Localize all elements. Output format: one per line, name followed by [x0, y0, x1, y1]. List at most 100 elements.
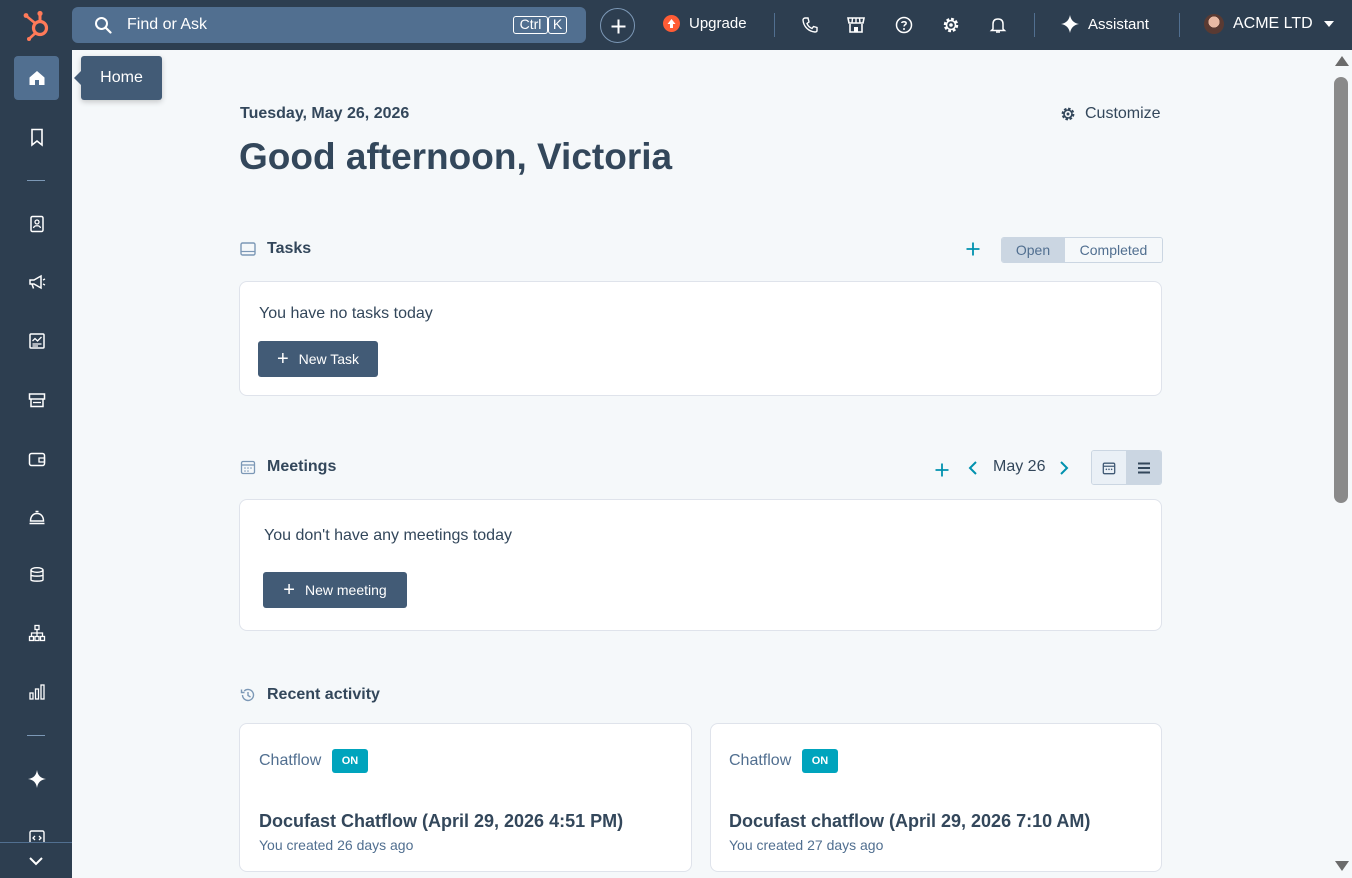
- bar-chart-icon: [28, 684, 45, 700]
- sidebar-item-automation[interactable]: [14, 611, 59, 655]
- sidebar-item-home[interactable]: [14, 56, 59, 100]
- meetings-date: May 26: [993, 458, 1046, 475]
- plus-icon: [935, 463, 949, 477]
- sidebar-expand-button[interactable]: [0, 842, 72, 878]
- list-view-button[interactable]: [1126, 451, 1161, 484]
- sidebar-item-commerce[interactable]: [14, 378, 59, 422]
- sidebar-item-payments[interactable]: [14, 437, 59, 481]
- scroll-down-arrow-icon[interactable]: [1335, 861, 1349, 871]
- top-navigation-bar: Find or Ask Ctrl K Upgrade Assistant ACM…: [0, 0, 1352, 50]
- storefront-icon: [28, 393, 45, 408]
- account-name: ACME LTD: [1233, 15, 1313, 32]
- service-bell-icon: [29, 510, 44, 525]
- recent-activity-heading: Recent activity: [240, 686, 380, 704]
- assistant-button[interactable]: Assistant: [1061, 15, 1149, 33]
- tasks-card: You have no tasks today + New Task: [239, 281, 1162, 396]
- sidebar-item-development[interactable]: [14, 820, 59, 842]
- help-icon[interactable]: [894, 15, 914, 35]
- sidebar-divider: [27, 180, 45, 181]
- shortcut-k-key: K: [548, 16, 567, 34]
- calendar-icon: [240, 460, 256, 475]
- tab-completed[interactable]: Completed: [1065, 238, 1162, 262]
- sidebar-item-breeze[interactable]: [14, 757, 59, 801]
- list-icon: [1137, 462, 1150, 473]
- marketplace-icon[interactable]: [846, 15, 866, 35]
- home-tooltip: Home: [74, 56, 162, 100]
- scrollbar-thumb[interactable]: [1334, 77, 1348, 503]
- activity-card[interactable]: Chatflow ON Docufast Chatflow (April 29,…: [239, 723, 692, 872]
- status-badge: ON: [802, 749, 838, 773]
- sidebar-item-service[interactable]: [14, 495, 59, 539]
- upgrade-button[interactable]: Upgrade: [663, 15, 747, 32]
- page-scrollbar[interactable]: [1330, 50, 1352, 878]
- caret-down-icon: [1323, 21, 1334, 27]
- sidebar-item-data-management[interactable]: [14, 553, 59, 597]
- meetings-view-toggle: [1091, 450, 1162, 485]
- plus-icon: [611, 19, 626, 34]
- assistant-label: Assistant: [1088, 15, 1149, 33]
- activity-title[interactable]: Docufast chatflow (April 29, 2026 7:10 A…: [729, 811, 1090, 832]
- sparkle-icon: [27, 770, 46, 788]
- search-icon: [95, 17, 112, 34]
- add-task-button[interactable]: [965, 239, 981, 261]
- sidebar-item-contacts[interactable]: [14, 202, 59, 246]
- tasks-title: Tasks: [267, 240, 312, 257]
- sidebar-item-content[interactable]: [14, 319, 59, 363]
- recent-activity-title: Recent activity: [267, 686, 380, 703]
- left-sidebar: [0, 50, 72, 878]
- chevron-right-icon[interactable]: [1059, 460, 1069, 476]
- task-status-toggle: Open Completed: [1001, 237, 1163, 263]
- create-new-button[interactable]: [600, 8, 635, 43]
- hubspot-logo-icon[interactable]: [22, 9, 52, 41]
- settings-gear-icon[interactable]: [941, 15, 961, 35]
- new-task-button[interactable]: + New Task: [258, 341, 378, 377]
- code-icon: [28, 830, 45, 842]
- chevron-down-icon: [29, 856, 43, 865]
- shortcut-ctrl-key: Ctrl: [513, 16, 548, 34]
- settings-gear-icon: [1061, 107, 1075, 121]
- search-bar[interactable]: Find or Ask Ctrl K: [72, 7, 586, 43]
- current-date: Tuesday, May 26, 2026: [240, 105, 410, 122]
- customize-label: Customize: [1085, 105, 1161, 122]
- toolbar-divider: [1179, 13, 1180, 37]
- notifications-bell-icon[interactable]: [988, 15, 1008, 35]
- search-placeholder: Find or Ask: [127, 16, 208, 33]
- toolbar-divider: [1034, 13, 1035, 37]
- new-task-label: New Task: [298, 351, 360, 367]
- tasks-empty-text: You have no tasks today: [259, 305, 433, 322]
- new-meeting-label: New meeting: [304, 582, 387, 598]
- workflow-icon: [28, 624, 45, 642]
- meetings-card: You don't have any meetings today + New …: [239, 499, 1162, 631]
- activity-subtitle: You created 26 days ago: [259, 837, 414, 853]
- tasks-icon: [240, 242, 256, 256]
- sparkle-icon: [1061, 15, 1079, 33]
- phone-icon[interactable]: [800, 15, 820, 35]
- customize-button[interactable]: Customize: [1060, 105, 1161, 123]
- new-meeting-button[interactable]: + New meeting: [263, 572, 407, 608]
- calendar-view-button[interactable]: [1092, 451, 1127, 484]
- activity-card[interactable]: Chatflow ON Docufast chatflow (April 29,…: [710, 723, 1162, 872]
- plus-icon: +: [283, 579, 295, 601]
- tab-open[interactable]: Open: [1002, 238, 1065, 262]
- sidebar-divider: [27, 735, 45, 736]
- add-meeting-button[interactable]: [934, 460, 950, 482]
- status-badge: ON: [332, 749, 368, 773]
- avatar: [1204, 14, 1224, 34]
- contacts-book-icon: [29, 215, 44, 233]
- page-title: Good afternoon, Victoria: [239, 136, 673, 177]
- scroll-up-arrow-icon[interactable]: [1335, 56, 1349, 66]
- chevron-left-icon[interactable]: [968, 460, 978, 476]
- activity-subtitle: You created 27 days ago: [729, 837, 884, 853]
- sidebar-item-bookmarks[interactable]: [14, 115, 59, 159]
- meetings-heading: Meetings: [240, 458, 336, 476]
- megaphone-icon: [28, 274, 45, 290]
- activity-title[interactable]: Docufast Chatflow (April 29, 2026 4:51 P…: [259, 811, 623, 832]
- tasks-heading: Tasks: [240, 240, 311, 258]
- wallet-icon: [28, 452, 45, 467]
- sidebar-item-reporting[interactable]: [14, 670, 59, 714]
- sidebar-item-marketing[interactable]: [14, 260, 59, 304]
- account-menu[interactable]: ACME LTD: [1204, 14, 1335, 34]
- content-icon: [28, 333, 45, 349]
- meetings-empty-text: You don't have any meetings today: [264, 527, 512, 544]
- activity-type: Chatflow: [729, 752, 792, 769]
